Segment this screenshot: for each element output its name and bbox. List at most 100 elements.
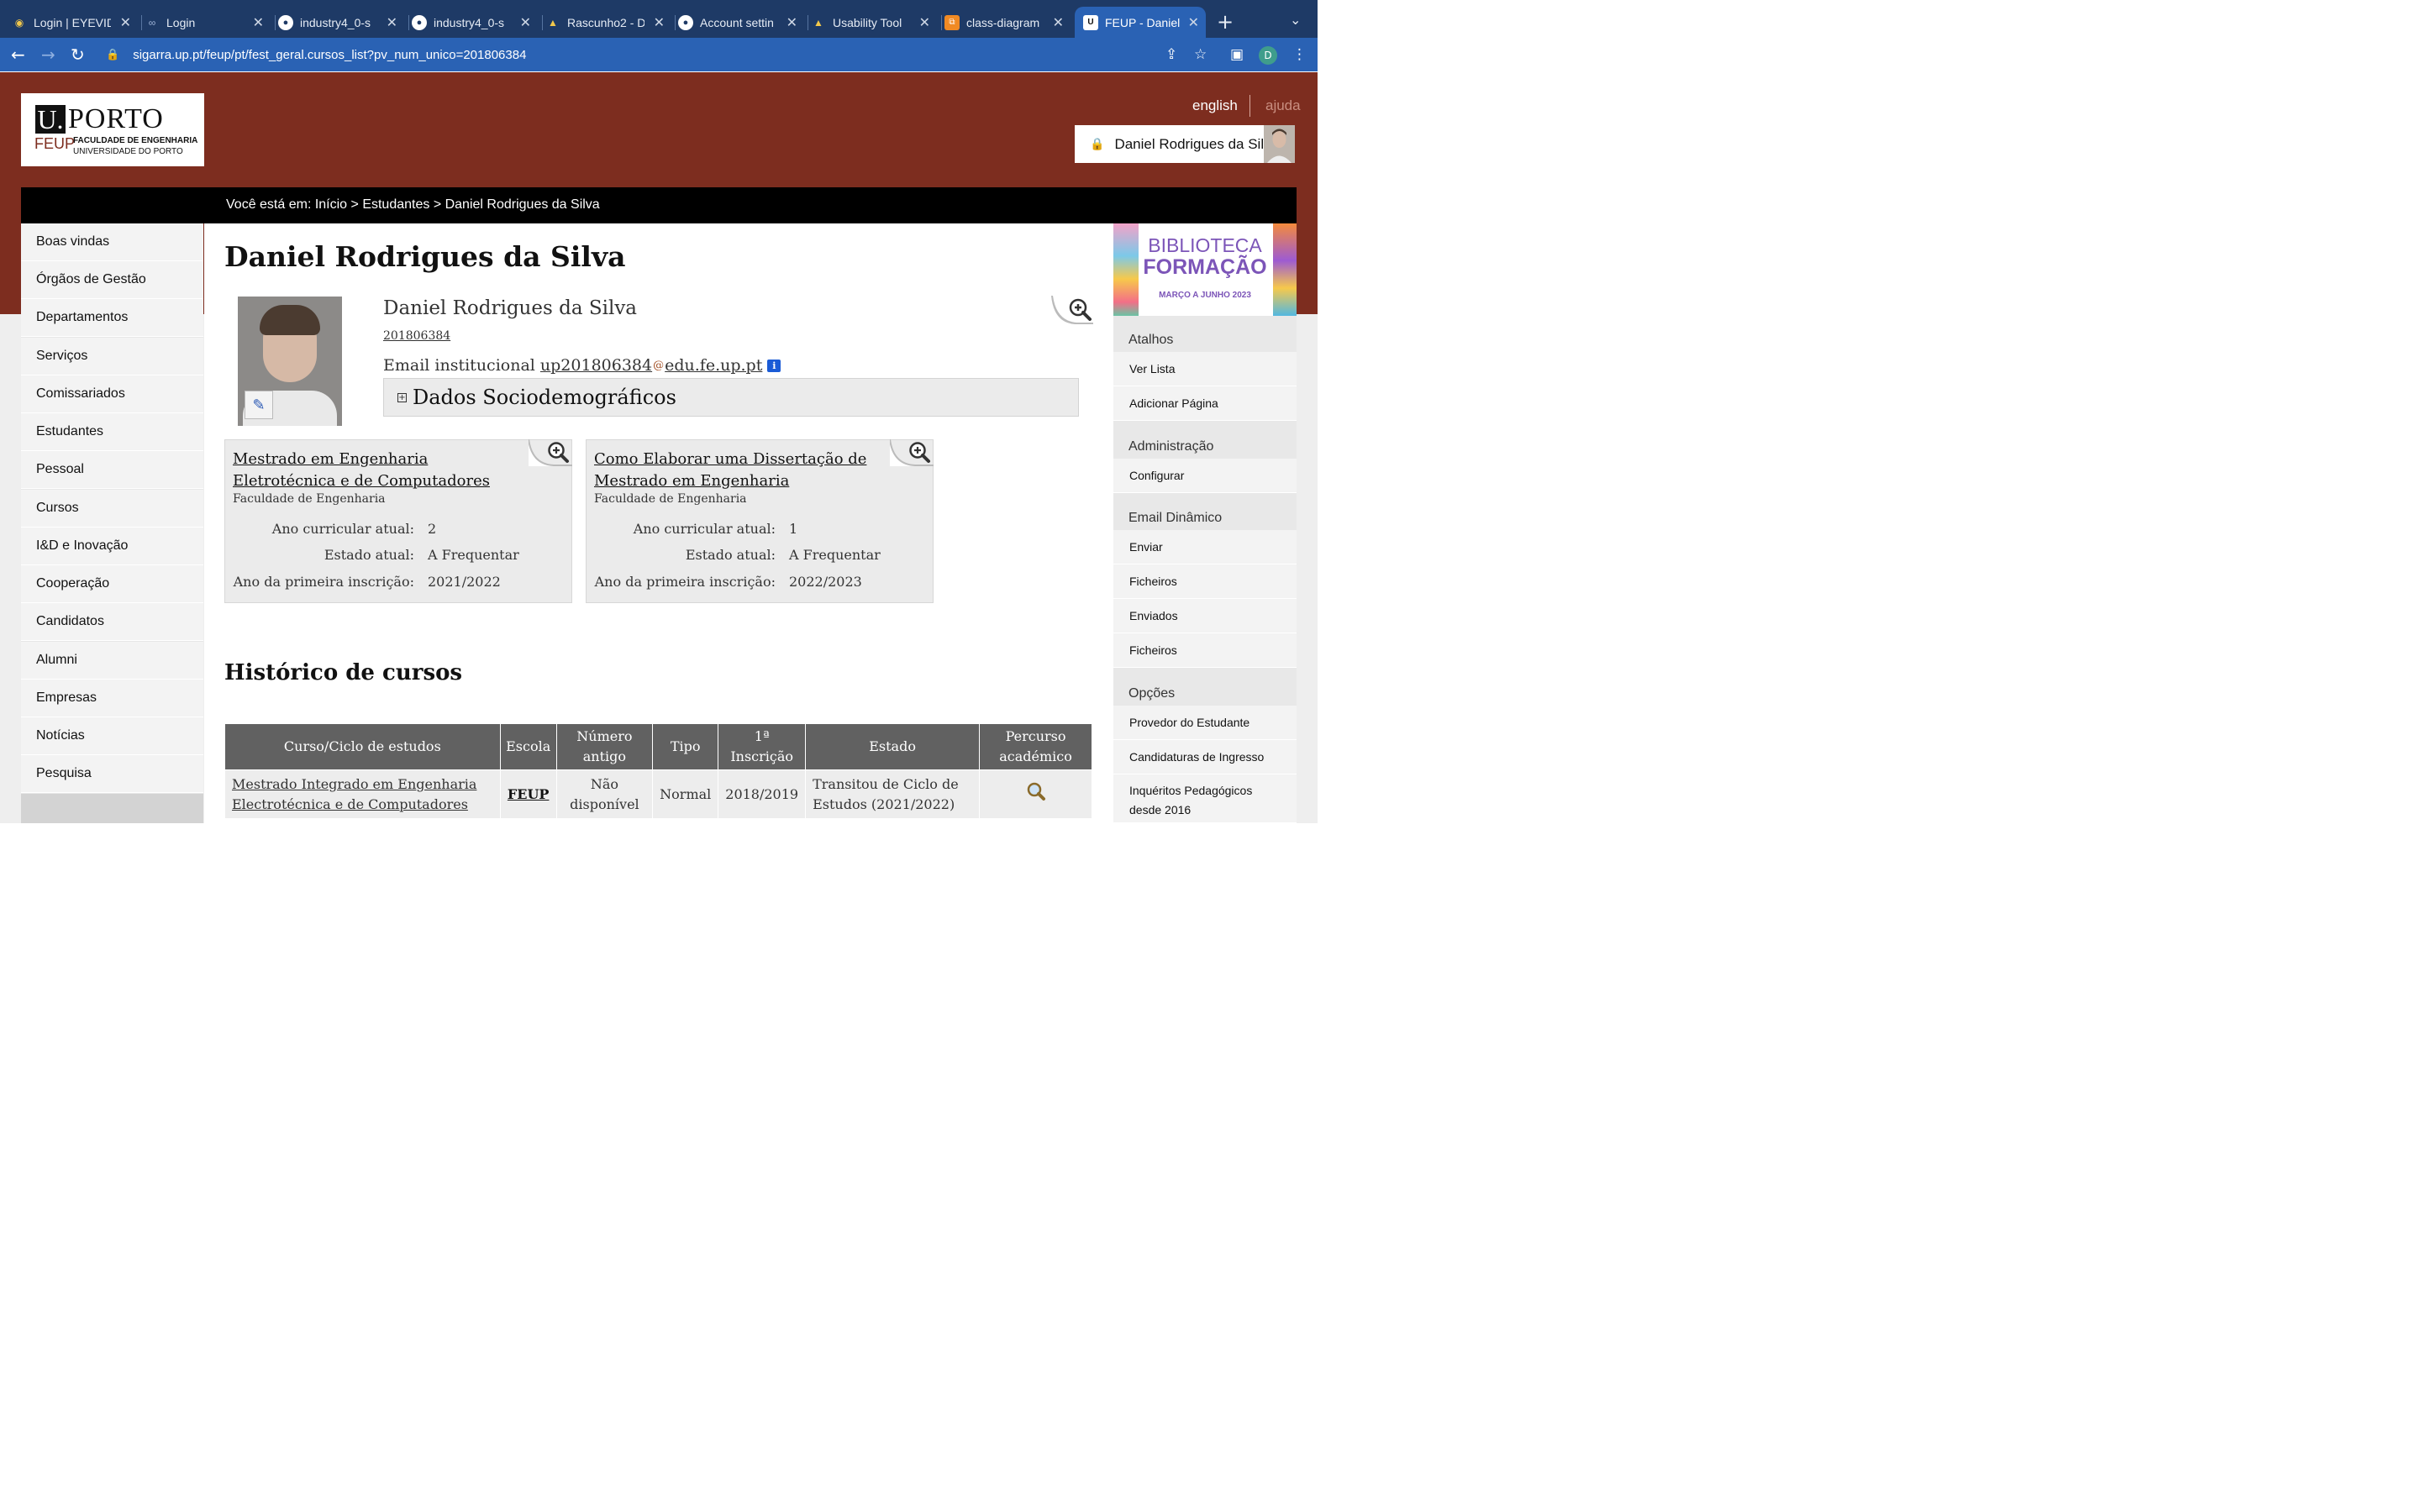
sociodemographic-label[interactable]: Dados Sociodemográficos bbox=[413, 386, 676, 409]
uporto-icon: U bbox=[1083, 14, 1098, 30]
sidebar-heading-administracao: Administração bbox=[1128, 439, 1214, 454]
github-icon: ● bbox=[278, 14, 293, 30]
nav-footer bbox=[21, 794, 203, 823]
reload-icon[interactable]: ↻ bbox=[71, 45, 85, 65]
nav-item-cooperacao[interactable]: Cooperação bbox=[21, 565, 203, 603]
user-name[interactable]: Daniel Rodrigues da Silva bbox=[1114, 136, 1279, 153]
browser-tab[interactable]: ▲ Usability Tool ✕ bbox=[811, 7, 937, 38]
browser-tab[interactable]: ∞ Login ✕ bbox=[145, 7, 271, 38]
nav-item-candidatos[interactable]: Candidatos bbox=[21, 603, 203, 641]
email-user-link[interactable]: up201806384 bbox=[540, 356, 652, 375]
search-icon[interactable] bbox=[1026, 782, 1046, 805]
new-tab-button[interactable]: + bbox=[1217, 12, 1234, 32]
browser-tab-active[interactable]: U FEUP - Daniel ✕ bbox=[1075, 7, 1206, 38]
info-icon[interactable]: i bbox=[767, 359, 781, 372]
nav-item-empresas[interactable]: Empresas bbox=[21, 680, 203, 717]
sidebar-heading-email-dinamico: Email Dinâmico bbox=[1128, 511, 1223, 525]
field-label: Ano curricular atual: bbox=[271, 521, 414, 537]
close-icon[interactable]: ✕ bbox=[654, 14, 665, 31]
zoom-icon[interactable] bbox=[1051, 296, 1093, 324]
nav-item-comissariados[interactable]: Comissariados bbox=[21, 375, 203, 413]
sociodemographic-toggle[interactable]: + Dados Sociodemográficos bbox=[383, 378, 1079, 417]
user-avatar[interactable] bbox=[1264, 125, 1295, 163]
help-link[interactable]: ajuda bbox=[1265, 97, 1301, 114]
browser-tab[interactable]: ⧉ class-diagram ✕ bbox=[944, 7, 1071, 38]
address-bar[interactable]: 🔒 sigarra.up.pt/feup/pt/fest_geral.curso… bbox=[99, 42, 1222, 67]
nav-item-servicos[interactable]: Serviços bbox=[21, 338, 203, 375]
browser-tab[interactable]: ● industry4_0-s ✕ bbox=[278, 7, 404, 38]
field-label: Estado atual: bbox=[324, 547, 414, 563]
browser-toolbar: ← → ↻ 🔒 sigarra.up.pt/feup/pt/fest_geral… bbox=[0, 38, 1318, 71]
breadcrumb[interactable]: Você está em: Início > Estudantes > Dani… bbox=[226, 197, 600, 213]
sidebar-item-ver-lista[interactable]: Ver Lista bbox=[1113, 352, 1297, 386]
close-icon[interactable]: ✕ bbox=[1053, 14, 1064, 31]
nav-item-estudantes[interactable]: Estudantes bbox=[21, 413, 203, 451]
nav-item-pessoal[interactable]: Pessoal bbox=[21, 451, 203, 489]
star-icon[interactable]: ☆ bbox=[1194, 46, 1207, 63]
nav-item-pesquisa[interactable]: Pesquisa bbox=[21, 755, 203, 793]
sidebar-item-configurar[interactable]: Configurar bbox=[1113, 459, 1297, 493]
history-title: Histórico de cursos bbox=[224, 660, 463, 685]
close-icon[interactable]: ✕ bbox=[520, 14, 531, 31]
browser-tab[interactable]: ● Account settin ✕ bbox=[678, 7, 804, 38]
edit-photo-icon[interactable]: ✎ bbox=[245, 391, 273, 419]
banner-line2: FORMAÇÃO bbox=[1143, 255, 1267, 279]
language-link[interactable]: english bbox=[1192, 97, 1238, 114]
forward-arrow-icon[interactable]: → bbox=[41, 45, 55, 65]
side-panel-icon[interactable]: ▣ bbox=[1230, 46, 1244, 63]
expand-plus-icon[interactable]: + bbox=[397, 392, 407, 402]
course-card: Como Elaborar uma Dissertação de Mestrad… bbox=[586, 438, 934, 603]
nav-item-orgaos-gestao[interactable]: Órgãos de Gestão bbox=[21, 261, 203, 299]
banner-line1: BIBLIOTECA bbox=[1148, 234, 1262, 256]
close-icon[interactable]: ✕ bbox=[387, 14, 397, 31]
type-cell: Normal bbox=[652, 769, 719, 819]
old-number-cell: Não disponível bbox=[555, 769, 654, 819]
profile-avatar[interactable]: D bbox=[1259, 46, 1277, 65]
sidebar-item-enviados[interactable]: Enviados bbox=[1113, 599, 1297, 633]
nav-item-alumni[interactable]: Alumni bbox=[21, 642, 203, 680]
chevron-down-icon[interactable]: ⌄ bbox=[1290, 12, 1301, 28]
share-icon[interactable]: ⇪ bbox=[1165, 46, 1177, 63]
uporto-feup-logo[interactable]: U. PORTO FEUP FACULDADE DE ENGENHARIA UN… bbox=[21, 93, 204, 166]
lock-icon: 🔒 bbox=[1090, 137, 1105, 151]
back-arrow-icon[interactable]: ← bbox=[11, 45, 25, 65]
course-history-link[interactable]: Mestrado Integrado em Engenharia Electro… bbox=[232, 776, 476, 812]
sidebar-item-inqueritos[interactable]: Inquéritos Pedagógicos desde 2016 bbox=[1113, 774, 1297, 823]
profile-name: Daniel Rodrigues da Silva bbox=[383, 297, 638, 319]
nav-item-id-inovacao[interactable]: I&D e Inovação bbox=[21, 528, 203, 565]
sidebar-item-adicionar-pagina[interactable]: Adicionar Página bbox=[1113, 386, 1297, 421]
close-icon[interactable]: ✕ bbox=[253, 14, 264, 31]
library-banner[interactable]: BIBLIOTECA FORMAÇÃO MARÇO A JUNHO 2023 bbox=[1113, 223, 1297, 316]
logo-faculty: FACULDADE DE ENGENHARIA bbox=[73, 136, 198, 145]
nav-item-noticias[interactable]: Notícias bbox=[21, 717, 203, 755]
student-number-link[interactable]: 201806384 bbox=[383, 329, 450, 343]
user-session-box[interactable]: 🔒 Daniel Rodrigues da Silva bbox=[1075, 125, 1295, 163]
nav-item-departamentos[interactable]: Departamentos bbox=[21, 299, 203, 337]
browser-tab[interactable]: ◉ Login | EYEVID ✕ bbox=[12, 7, 138, 38]
tab-title: Login | EYEVID bbox=[34, 15, 111, 29]
close-icon[interactable]: ✕ bbox=[120, 14, 131, 31]
nav-item-boas-vindas[interactable]: Boas vindas bbox=[21, 223, 203, 261]
email-row: Email institucional up201806384 @ edu.fe… bbox=[383, 356, 781, 375]
close-icon[interactable]: ✕ bbox=[786, 14, 797, 31]
nav-item-cursos[interactable]: Cursos bbox=[21, 490, 203, 528]
close-icon[interactable]: ✕ bbox=[1188, 14, 1199, 31]
site: U. PORTO FEUP FACULDADE DE ENGENHARIA UN… bbox=[0, 72, 1318, 823]
tab-title: class-diagram bbox=[966, 15, 1040, 29]
sidebar-item-ficheiros[interactable]: Ficheiros bbox=[1113, 564, 1297, 599]
sidebar-item-candidaturas[interactable]: Candidaturas de Ingresso bbox=[1113, 740, 1297, 774]
sidebar-item-ficheiros-2[interactable]: Ficheiros bbox=[1113, 633, 1297, 668]
table-header-row: Curso/Ciclo de estudos Escola Número ant… bbox=[224, 723, 1092, 770]
email-label: Email institucional bbox=[383, 356, 535, 375]
browser-tab[interactable]: ▲ Rascunho2 - D ✕ bbox=[545, 7, 671, 38]
sidebar-item-provedor[interactable]: Provedor do Estudante bbox=[1113, 706, 1297, 740]
browser-tab[interactable]: ● industry4_0-s ✕ bbox=[412, 7, 538, 38]
close-icon[interactable]: ✕ bbox=[919, 14, 930, 31]
email-domain-link[interactable]: edu.fe.up.pt bbox=[665, 356, 762, 375]
course-title-link[interactable]: Como Elaborar uma Dissertação de Mestrad… bbox=[594, 449, 897, 492]
more-menu-icon[interactable]: ⋮ bbox=[1292, 46, 1307, 63]
right-sidebar: BIBLIOTECA FORMAÇÃO MARÇO A JUNHO 2023 A… bbox=[1113, 223, 1297, 823]
sidebar-item-enviar[interactable]: Enviar bbox=[1113, 530, 1297, 564]
course-title-link[interactable]: Mestrado em Engenharia Eletrotécnica e d… bbox=[233, 449, 535, 492]
school-link[interactable]: FEUP bbox=[508, 786, 550, 802]
